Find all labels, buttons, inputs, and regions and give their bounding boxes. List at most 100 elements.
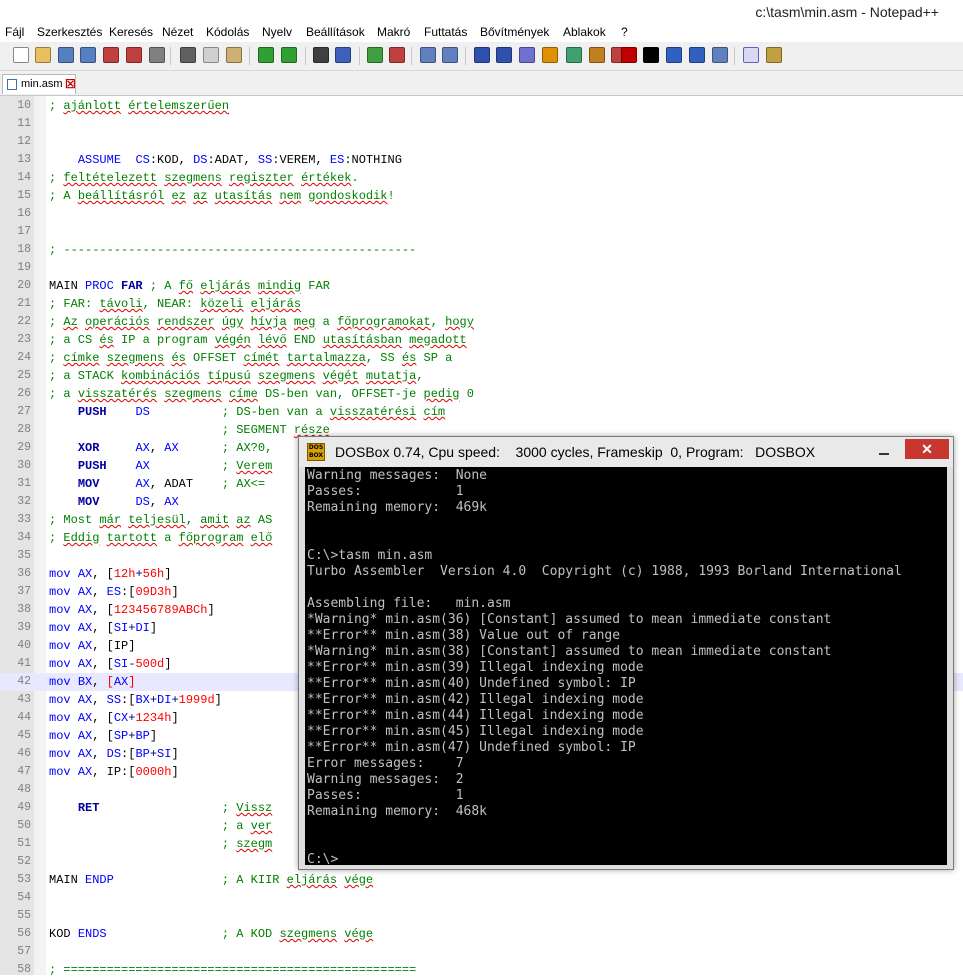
console-line: *Warning* min.asm(38) [Constant] assumed… — [307, 644, 832, 659]
console-line: C:\>_ — [307, 852, 347, 865]
toolbar-separator — [249, 47, 250, 65]
token: szegmens — [164, 171, 222, 185]
token: DS-ben van, OFFSET-je — [257, 387, 424, 401]
token: szegm — [236, 837, 273, 851]
menu-item[interactable]: Fájl — [5, 25, 24, 39]
paste-icon[interactable] — [226, 47, 242, 63]
plugin-icon[interactable] — [766, 47, 782, 63]
save-macro-icon[interactable] — [712, 47, 728, 63]
word-wrap-icon[interactable] — [474, 47, 490, 63]
token: SI — [113, 621, 129, 635]
function-list-icon[interactable] — [589, 47, 605, 63]
line-text: ; Az operációs rendszer úgy hívja meg a … — [49, 313, 474, 331]
token: ; — [49, 531, 64, 545]
token: végét — [322, 369, 359, 383]
code-line: 26 ; a visszatérés szegmens címe DS-ben v… — [0, 385, 963, 403]
token: BX — [77, 675, 93, 689]
sync-vertical-icon[interactable] — [420, 47, 436, 63]
token: BP — [135, 729, 150, 743]
close-icon[interactable] — [103, 47, 119, 63]
menu-item[interactable]: ? — [621, 25, 628, 39]
new-file-icon[interactable] — [13, 47, 29, 63]
indent-guide-icon[interactable] — [519, 47, 535, 63]
menu-item[interactable]: Bővítmények — [480, 25, 549, 39]
line-number: 54 — [17, 891, 31, 904]
save-icon[interactable] — [58, 47, 74, 63]
stop-macro-icon[interactable] — [643, 47, 659, 63]
menu-item[interactable]: Keresés — [109, 25, 153, 39]
menu-item[interactable]: Makró — [377, 25, 410, 39]
code-line: 14; feltételezett szegmens regiszter ért… — [0, 169, 963, 187]
line-text: ; Eddig tartott a főprogram elő — [49, 529, 272, 547]
menu-item[interactable]: Ablakok — [563, 25, 606, 39]
cut-icon[interactable] — [180, 47, 196, 63]
dosbox-console[interactable]: Warning messages: None Passes: 1 Remaining… — [305, 467, 947, 865]
code-line: 18 ; ------------------------------------… — [0, 241, 963, 259]
print-icon[interactable] — [149, 47, 165, 63]
menu-item[interactable]: Futtatás — [424, 25, 467, 39]
title-bar: c:\tasm\min.asm - Notepad++ — [0, 0, 963, 24]
zoom-out-icon[interactable] — [389, 47, 405, 63]
token: mov — [49, 747, 71, 761]
run-macro-multiple-icon[interactable] — [689, 47, 705, 63]
replace-icon[interactable] — [335, 47, 351, 63]
token: :[ — [121, 747, 136, 761]
menu-item[interactable]: Beállítások — [306, 25, 365, 39]
token: ; — [221, 459, 237, 473]
sync-horizontal-icon[interactable] — [442, 47, 458, 63]
copy-icon[interactable] — [203, 47, 219, 63]
line-number: 21 — [17, 297, 31, 310]
maximize-icon[interactable] — [897, 440, 903, 460]
redo-icon[interactable] — [281, 47, 297, 63]
minimize-icon[interactable] — [871, 440, 897, 460]
menu-item[interactable]: Szerkesztés — [37, 25, 102, 39]
close-icon[interactable]: ✕ — [905, 439, 949, 459]
show-all-chars-icon[interactable] — [496, 47, 512, 63]
token: 1999d — [178, 693, 215, 707]
tab-label: min.asm — [21, 78, 63, 90]
code-line: 21 ; FAR: távoli, NEAR: közeli eljárás — [0, 295, 963, 313]
token: mov — [49, 603, 71, 617]
token: Az — [63, 315, 78, 329]
token: :[ — [121, 693, 136, 707]
token: , [ — [92, 567, 114, 581]
token: ; — [49, 171, 64, 185]
line-number: 44 — [17, 711, 31, 724]
token: :KOD, — [149, 153, 194, 167]
tab-close-icon[interactable]: ☒ — [65, 77, 76, 91]
dosbox-window[interactable]: DOS BOX DOSBox 0.74, Cpu speed: 3000 cyc… — [298, 436, 954, 870]
doc-map-icon[interactable] — [566, 47, 582, 63]
open-file-icon[interactable] — [35, 47, 51, 63]
line-text: PUSH AX ; Verem — [49, 457, 272, 475]
close-all-icon[interactable] — [126, 47, 142, 63]
token: , SS — [365, 351, 402, 365]
user-lang-icon[interactable] — [542, 47, 558, 63]
console-line: **Error** min.asm(40) Undefined symbol: … — [307, 676, 636, 691]
menu-item[interactable]: Nézet — [162, 25, 193, 39]
token: végén — [214, 333, 251, 347]
token: FAR — [301, 279, 330, 293]
tab-min-asm[interactable]: min.asm ☒ — [2, 74, 76, 94]
token: 0 — [459, 387, 474, 401]
play-macro-icon[interactable] — [666, 47, 682, 63]
undo-icon[interactable] — [258, 47, 274, 63]
spell-check-icon[interactable] — [743, 47, 759, 63]
record-macro-icon[interactable] — [621, 47, 637, 63]
token: ver — [250, 819, 273, 833]
menu-item[interactable]: Kódolás — [206, 25, 249, 39]
menu-item[interactable]: Nyelv — [262, 25, 292, 39]
zoom-in-icon[interactable] — [367, 47, 383, 63]
find-icon[interactable] — [313, 47, 329, 63]
token: MAIN — [49, 873, 86, 887]
token: mov — [49, 567, 71, 581]
save-all-icon[interactable] — [80, 47, 96, 63]
